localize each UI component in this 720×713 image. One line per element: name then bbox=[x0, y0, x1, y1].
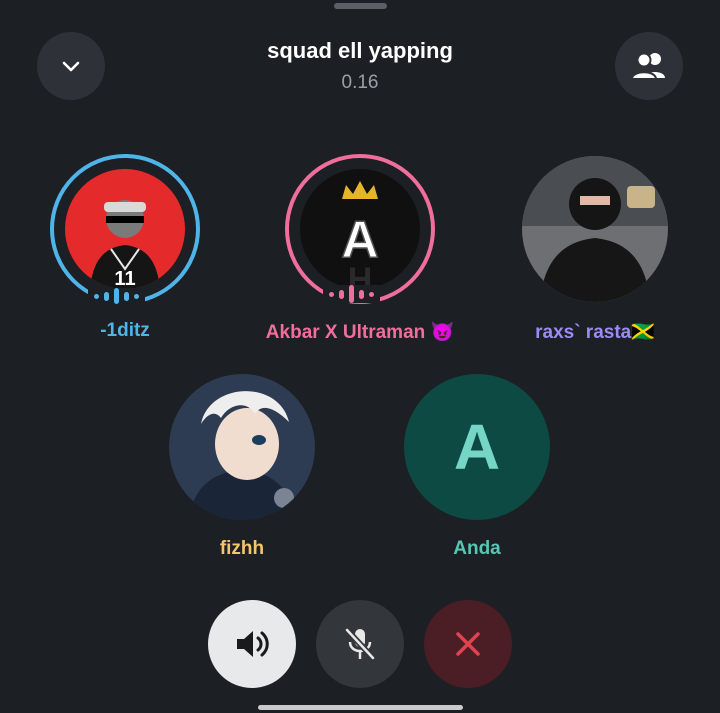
participant-raxs[interactable]: raxs` rasta🇯🇲 bbox=[485, 154, 705, 343]
avatar bbox=[522, 156, 668, 302]
svg-text:11: 11 bbox=[114, 268, 135, 289]
close-icon bbox=[456, 632, 480, 656]
participant-name: -1ditz bbox=[100, 320, 150, 341]
end-call-button[interactable] bbox=[424, 600, 512, 688]
participants-button[interactable] bbox=[615, 32, 683, 100]
participant-name: fizhh bbox=[219, 538, 265, 559]
people-icon bbox=[630, 52, 665, 80]
avatar: A bbox=[404, 374, 550, 520]
participant-name: raxs` rasta🇯🇲 bbox=[535, 322, 655, 343]
home-indicator bbox=[258, 705, 463, 710]
participant-name: Anda bbox=[453, 538, 501, 559]
avatar: 11 bbox=[65, 169, 185, 289]
microphone-button[interactable] bbox=[316, 600, 404, 688]
avatar: A H bbox=[300, 169, 420, 289]
mic-off-icon bbox=[344, 627, 376, 661]
participant-fizhh[interactable]: fizhh bbox=[132, 372, 352, 559]
voice-chat-screen: squad ell yapping 0.16 11 -1ditz A H Akb… bbox=[0, 0, 720, 713]
voice-activity-bars bbox=[88, 288, 145, 304]
voice-activity-bars bbox=[323, 285, 380, 303]
participant-anda[interactable]: A Anda bbox=[367, 372, 587, 559]
participant-akbar[interactable]: A H Akbar X Ultraman 😈 bbox=[250, 154, 470, 343]
speaker-button[interactable] bbox=[208, 600, 296, 688]
speaker-icon bbox=[237, 631, 269, 657]
chat-title: squad ell yapping bbox=[267, 38, 453, 63]
avatar-initial: A bbox=[453, 411, 501, 483]
participant-name: Akbar X Ultraman 😈 bbox=[265, 322, 455, 343]
participant-1ditz[interactable]: 11 -1ditz bbox=[15, 154, 235, 341]
drag-handle[interactable] bbox=[334, 3, 387, 9]
avatar bbox=[169, 374, 315, 520]
collapse-button[interactable] bbox=[37, 32, 105, 100]
call-duration: 0.16 bbox=[341, 72, 379, 93]
chevron-down-icon bbox=[62, 61, 80, 72]
